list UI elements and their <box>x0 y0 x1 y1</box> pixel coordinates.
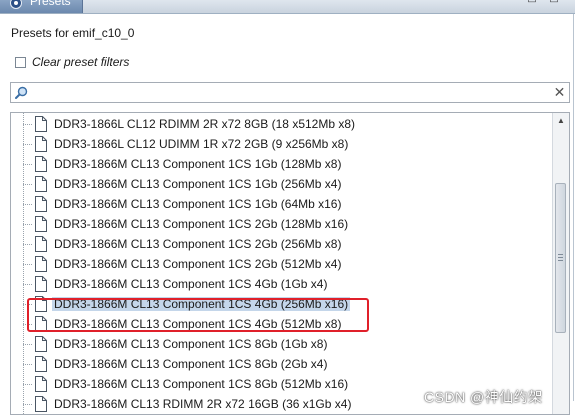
list-item[interactable]: DDR3-1866L CL12 RDIMM 2R x72 8GB (18 x51… <box>11 114 551 134</box>
view-tab-strip: Presets ▭ ▭ <box>0 0 575 14</box>
tree-connector <box>23 124 32 125</box>
search-input[interactable] <box>33 84 543 101</box>
tree-connector <box>23 384 32 385</box>
list-item[interactable]: DDR3-1866M CL13 Component 1CS 4Gb (256Mb… <box>11 294 551 314</box>
tree-connector <box>23 324 32 325</box>
tree-connector <box>23 344 32 345</box>
tree-connector <box>23 204 32 205</box>
clear-filters-label: Clear preset filters <box>32 55 130 69</box>
grip-line <box>558 254 563 255</box>
list-item-label: DDR3-1866M CL13 Component 1CS 2Gb (256Mb… <box>54 237 342 251</box>
document-icon <box>35 396 47 412</box>
list-item-label: DDR3-1866M CL13 Component 1CS 8Gb (2Gb x… <box>54 357 328 371</box>
preset-icon <box>10 0 22 9</box>
list-item-label: DDR3-1866M CL13 Component 1CS 1Gb (64Mb … <box>54 197 342 211</box>
scroll-thumb[interactable] <box>555 183 566 333</box>
list-item[interactable]: DDR3-1866M CL13 Component 1CS 1Gb (128Mb… <box>11 154 551 174</box>
document-icon <box>35 196 47 212</box>
document-icon <box>35 256 47 272</box>
list-item[interactable]: DDR3-1866M CL13 Component 1CS 4Gb (1Gb x… <box>11 274 551 294</box>
document-icon <box>35 116 47 132</box>
list-item-label: DDR3-1866M CL13 Component 1CS 1Gb (128Mb… <box>54 157 342 171</box>
list-item-label: DDR3-1866M CL13 Component 1CS 2Gb (512Mb… <box>54 257 342 271</box>
document-icon <box>35 316 47 332</box>
close-icon[interactable]: ▭ <box>549 0 559 6</box>
list-item[interactable]: DDR3-1866M CL13 Component 1CS 1Gb (64Mb … <box>11 194 551 214</box>
tab-presets[interactable]: Presets <box>0 0 83 13</box>
clear-icon[interactable]: ✕ <box>553 85 566 99</box>
document-icon <box>35 296 47 312</box>
minimize-icon[interactable]: ▭ <box>527 0 537 6</box>
list-item-label: DDR3-1866M CL13 Component 1CS 2Gb (128Mb… <box>54 217 349 231</box>
list-item-label: DDR3-1866L CL12 RDIMM 2R x72 8GB (18 x51… <box>54 117 356 131</box>
document-icon <box>35 216 47 232</box>
list-item-label: DDR3-1866M CL13 Component 1CS 4Gb (512Mb… <box>54 317 342 331</box>
watermark: CSDN @神仙约架 <box>424 389 543 405</box>
document-icon <box>35 136 47 152</box>
document-icon <box>35 156 47 172</box>
grip-line <box>558 257 563 258</box>
list-item-label: DDR3-1866M CL13 RDIMM 2R x72 16GB (36 x1… <box>54 397 352 411</box>
tree-connector <box>23 164 32 165</box>
grip-line <box>558 260 563 261</box>
tree-connector <box>23 224 32 225</box>
tree-connector <box>23 284 32 285</box>
document-icon <box>35 176 47 192</box>
list-item-label: DDR3-1866M CL13 Component 1CS 4Gb (256Mb… <box>52 297 351 311</box>
tree-connector <box>23 264 32 265</box>
scroll-up-icon[interactable]: ▲ <box>553 113 569 129</box>
tree-connector <box>23 184 32 185</box>
tab-title: Presets <box>30 0 71 8</box>
page-title: Presets for emif_c10_0 <box>11 26 135 40</box>
list-item-label: DDR3-1866L CL12 UDIMM 1R x72 2GB (9 x256… <box>54 137 349 151</box>
document-icon <box>35 336 47 352</box>
list-item-label: DDR3-1866M CL13 Component 1CS 4Gb (1Gb x… <box>54 277 328 291</box>
list-item[interactable]: DDR3-1866M CL13 Component 1CS 4Gb (512Mb… <box>11 314 551 334</box>
vertical-scrollbar[interactable]: ▲ <box>552 113 569 414</box>
search-box: ✕ <box>10 82 570 103</box>
tree-connector <box>23 244 32 245</box>
list-item-label: DDR3-1866M CL13 Component 1CS 8Gb (1Gb x… <box>54 337 328 351</box>
document-icon <box>35 356 47 372</box>
clear-filters-checkbox[interactable] <box>15 56 26 68</box>
list-item[interactable]: DDR3-1866M CL13 Component 1CS 8Gb (2Gb x… <box>11 354 551 374</box>
tree-connector <box>23 404 32 405</box>
document-icon <box>35 276 47 292</box>
tree-connector <box>23 304 32 305</box>
preset-tree: DDR3-1866L CL12 RDIMM 2R x72 8GB (18 x51… <box>10 112 570 415</box>
tree-connector <box>23 144 32 145</box>
clear-filters-toggle[interactable]: Clear preset filters <box>15 55 129 69</box>
list-item[interactable]: DDR3-1866M CL13 Component 1CS 2Gb (512Mb… <box>11 254 551 274</box>
presets-panel: Presets for emif_c10_0 Clear preset filt… <box>0 14 574 415</box>
tree-connector <box>23 364 32 365</box>
list-item[interactable]: DDR3-1866M CL13 Component 1CS 8Gb (1Gb x… <box>11 334 551 354</box>
list-item[interactable]: DDR3-1866M CL13 Component 1CS 1Gb (256Mb… <box>11 174 551 194</box>
document-icon <box>35 376 47 392</box>
search-icon <box>15 86 28 99</box>
list-item-label: DDR3-1866M CL13 Component 1CS 8Gb (512Mb… <box>54 377 349 391</box>
list-item[interactable]: DDR3-1866M CL13 Component 1CS 2Gb (128Mb… <box>11 214 551 234</box>
list-item[interactable]: DDR3-1866L CL12 UDIMM 1R x72 2GB (9 x256… <box>11 134 551 154</box>
list-item[interactable]: DDR3-1866M CL13 Component 1CS 2Gb (256Mb… <box>11 234 551 254</box>
document-icon <box>35 236 47 252</box>
list-item-label: DDR3-1866M CL13 Component 1CS 1Gb (256Mb… <box>54 177 342 191</box>
